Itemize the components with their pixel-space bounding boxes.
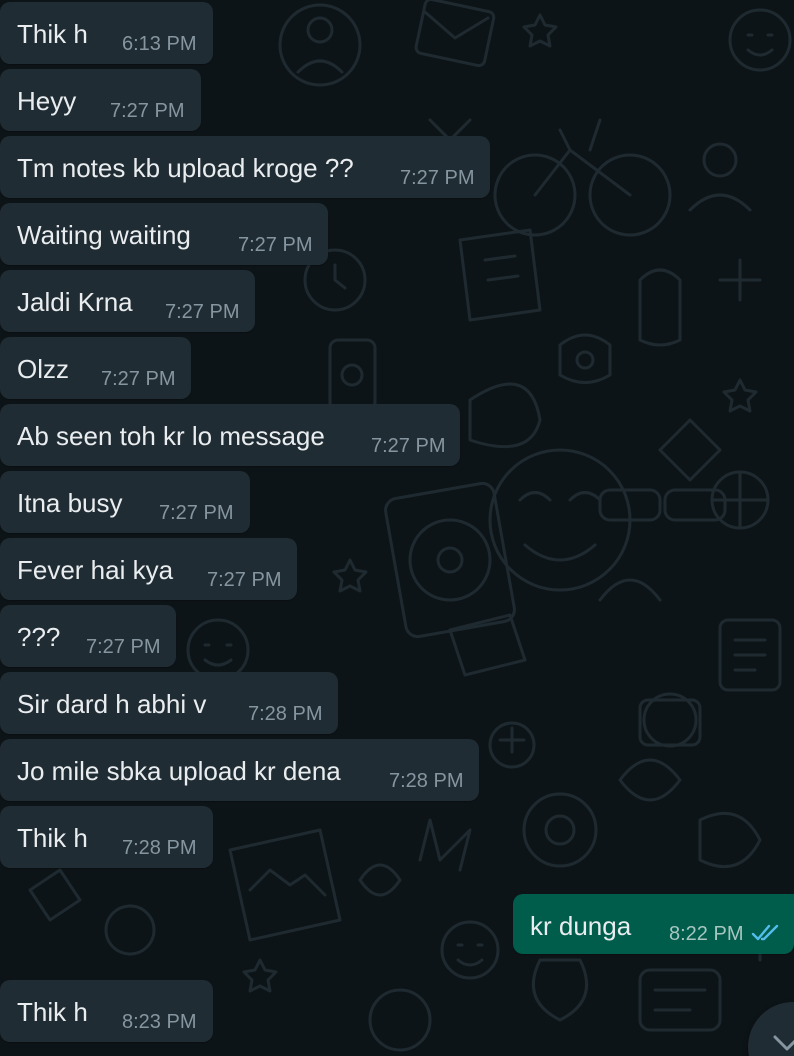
message-text: Jaldi Krna: [17, 287, 133, 317]
incoming-message-bubble[interactable]: Ab seen toh kr lo message 7:27 PM: [0, 404, 460, 466]
incoming-message-bubble[interactable]: ??? 7:27 PM: [0, 605, 176, 667]
message-text: Fever hai kya: [17, 555, 174, 585]
message-timestamp: 8:22 PM: [669, 923, 744, 945]
message-timestamp: 7:27 PM: [400, 167, 475, 189]
incoming-message-bubble[interactable]: Jaldi Krna 7:27 PM: [0, 270, 255, 332]
incoming-message-bubble[interactable]: Tm notes kb upload kroge ?? 7:27 PM: [0, 136, 490, 198]
incoming-message-bubble[interactable]: Waiting waiting 7:27 PM: [0, 203, 328, 265]
message-text: Ab seen toh kr lo message: [17, 421, 325, 451]
incoming-message-bubble[interactable]: Fever hai kya 7:27 PM: [0, 538, 297, 600]
incoming-message-bubble[interactable]: Sir dard h abhi v 7:28 PM: [0, 672, 338, 734]
incoming-message-bubble[interactable]: Thik h 7:28 PM: [0, 806, 213, 868]
message-text: Olzz: [17, 354, 69, 384]
incoming-message-bubble[interactable]: Thik h 6:13 PM: [0, 2, 213, 64]
incoming-message-bubble[interactable]: Jo mile sbka upload kr dena 7:28 PM: [0, 739, 479, 801]
message-text: Heyy: [17, 86, 77, 116]
message-text: Thik h: [17, 19, 88, 49]
message-text: ???: [17, 622, 61, 652]
incoming-message-bubble[interactable]: Itna busy 7:27 PM: [0, 471, 250, 533]
message-timestamp: 7:27 PM: [86, 636, 161, 658]
message-timestamp: 7:27 PM: [371, 435, 446, 457]
message-timestamp: 7:28 PM: [389, 770, 464, 792]
message-timestamp: 7:27 PM: [110, 100, 185, 122]
message-timestamp: 7:27 PM: [207, 569, 282, 591]
message-timestamp: 7:28 PM: [122, 837, 197, 859]
chevron-down-icon: [773, 1035, 794, 1051]
message-timestamp: 7:27 PM: [238, 234, 313, 256]
message-text: Waiting waiting: [17, 220, 191, 250]
message-timestamp: 7:27 PM: [165, 301, 240, 323]
message-timestamp: 7:27 PM: [159, 502, 234, 524]
incoming-message-bubble[interactable]: Heyy 7:27 PM: [0, 69, 201, 131]
message-text: Thik h: [17, 823, 88, 853]
message-text: kr dunga: [530, 911, 632, 941]
message-timestamp: 7:28 PM: [248, 703, 323, 725]
message-text: Tm notes kb upload kroge ??: [17, 153, 354, 183]
incoming-message-bubble[interactable]: Thik h 8:23 PM: [0, 980, 213, 1042]
message-timestamp: 7:27 PM: [101, 368, 176, 390]
message-timestamp: 6:13 PM: [122, 33, 197, 55]
message-text: Itna busy: [17, 488, 123, 518]
chat-pane[interactable]: Thik h 6:13 PM Heyy 7:27 PM Tm notes kb uplo…: [0, 0, 794, 1056]
message-text: Jo mile sbka upload kr dena: [17, 756, 341, 786]
incoming-message-bubble[interactable]: Olzz 7:27 PM: [0, 337, 191, 399]
message-text: Thik h: [17, 997, 88, 1027]
double-check-icon: [751, 924, 779, 941]
outgoing-message-bubble[interactable]: kr dunga 8:22 PM: [513, 894, 794, 954]
message-text: Sir dard h abhi v: [17, 689, 207, 719]
message-timestamp: 8:23 PM: [122, 1011, 197, 1033]
